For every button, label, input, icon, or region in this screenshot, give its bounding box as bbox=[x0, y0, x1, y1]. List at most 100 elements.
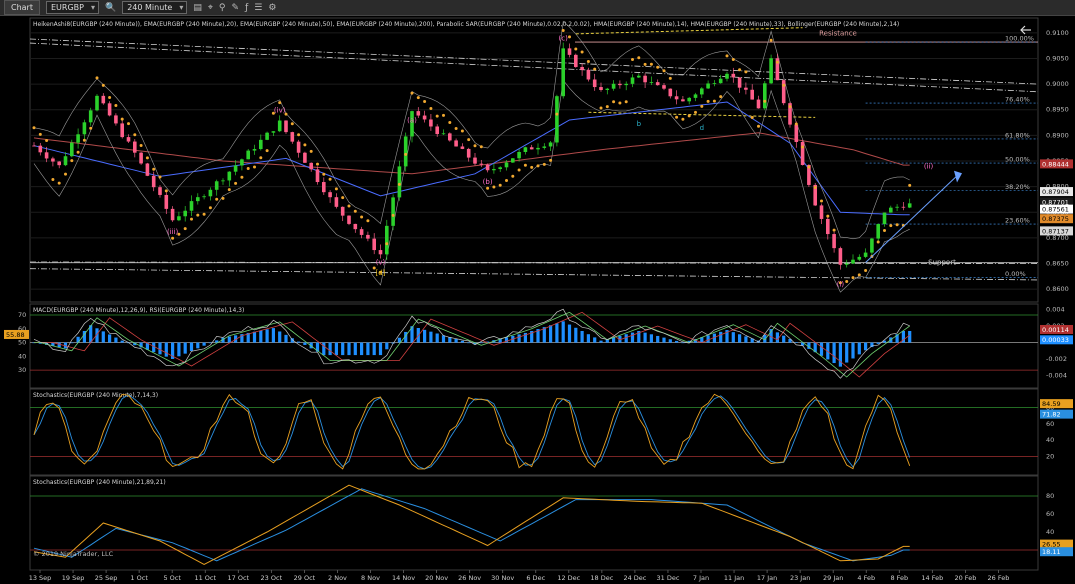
sar-dot bbox=[662, 69, 666, 73]
sar-dot bbox=[297, 133, 301, 137]
macd-histogram-bar bbox=[567, 324, 572, 343]
panel-macd-rsi[interactable]: MACD(EURGBP (240 Minute),12,26,9), RSI(E… bbox=[4, 303, 1073, 389]
candle bbox=[643, 75, 647, 83]
stoch-slow-panel-title: Stochastics(EURGBP (240 Minute),21,89,21… bbox=[33, 479, 166, 486]
macd-histogram-bar bbox=[429, 331, 433, 343]
sar-dot bbox=[561, 28, 565, 32]
instrument-selector[interactable]: EURGBP bbox=[45, 1, 99, 14]
candle bbox=[422, 115, 427, 120]
macd-value-text: 0.00033 bbox=[1042, 336, 1069, 344]
panel-stoch-fast[interactable]: Stochastics(EURGBP (240 Minute),7,14,3) … bbox=[29, 388, 1073, 476]
crosshair-icon[interactable]: ⌖ bbox=[208, 3, 213, 13]
sar-dot bbox=[347, 204, 351, 208]
candle bbox=[863, 252, 868, 257]
time-axis[interactable]: 13 Sep 19 Sep 25 Sep 1 Oct 5 Oct 11 Oct 17 Oct… bbox=[29, 570, 1010, 582]
indicators-icon[interactable]: ƒ bbox=[245, 3, 248, 13]
time-tick-label: 11 Jan bbox=[724, 574, 744, 582]
macd-histogram-bar bbox=[372, 342, 376, 356]
candle bbox=[290, 132, 295, 142]
candle bbox=[479, 163, 484, 165]
candle bbox=[794, 124, 799, 142]
macd-histogram-bar bbox=[467, 342, 471, 344]
time-tick-label: 14 Feb bbox=[921, 574, 943, 582]
sar-dot bbox=[706, 99, 710, 103]
sar-dot bbox=[757, 124, 760, 128]
properties-icon[interactable]: ⚙ bbox=[268, 3, 276, 13]
macd-histogram-bar bbox=[297, 341, 301, 343]
macd-histogram-bar bbox=[561, 321, 565, 343]
macd-histogram-bar bbox=[278, 331, 282, 343]
chart-tab[interactable]: Chart bbox=[4, 0, 40, 15]
chart-canvas[interactable]: HeikenAshi8(EURGBP (240 Minute)), EMA(EU… bbox=[0, 16, 1075, 584]
macd-histogram-bar bbox=[227, 336, 231, 343]
candle bbox=[567, 48, 572, 55]
candle bbox=[448, 133, 452, 141]
candle bbox=[882, 212, 887, 225]
sar-dot bbox=[145, 156, 149, 160]
wave-label: d bbox=[700, 124, 704, 132]
candle bbox=[315, 169, 320, 183]
strategies-icon[interactable]: ☰ bbox=[254, 3, 262, 13]
sar-dot bbox=[555, 112, 559, 116]
candle bbox=[744, 87, 748, 90]
drawing-tools-icon[interactable]: ✎ bbox=[232, 3, 240, 13]
candle bbox=[158, 187, 162, 195]
panel-price[interactable]: HeikenAshi8(EURGBP (240 Minute)), EMA(EU… bbox=[29, 17, 1073, 303]
sar-dot bbox=[687, 114, 691, 118]
panel-stoch-slow[interactable]: Stochastics(EURGBP (240 Minute),21,89,21… bbox=[29, 475, 1073, 571]
macd-histogram-bar bbox=[819, 342, 824, 356]
sar-dot bbox=[568, 35, 571, 39]
wave-label: (i) bbox=[837, 281, 845, 289]
sar-dot bbox=[76, 150, 80, 154]
fib-level-label: 23.60% bbox=[1005, 217, 1030, 225]
time-tick-label: 8 Nov bbox=[361, 574, 380, 582]
search-icon[interactable]: 🔍 bbox=[105, 3, 116, 13]
sar-dot bbox=[460, 129, 464, 133]
time-tick-label: 18 Dec bbox=[590, 574, 613, 582]
time-tick-label: 12 Dec bbox=[557, 574, 580, 582]
stoch-slow-tick-label: 80 bbox=[1046, 492, 1054, 500]
bar-type-icon[interactable]: ▤ bbox=[193, 3, 202, 13]
wave-label: (ii) bbox=[924, 163, 934, 171]
macd-histogram-bar bbox=[271, 328, 275, 343]
fib-level-label: 50.00% bbox=[1005, 156, 1030, 164]
price-tick-label: 0.9100 bbox=[1046, 29, 1069, 37]
stoch-fast-tick-label: 20 bbox=[1046, 453, 1054, 461]
sar-dot bbox=[259, 156, 263, 160]
sar-dot bbox=[316, 162, 319, 166]
price-label-text: 0.87561 bbox=[1042, 206, 1069, 214]
price-tick-label: 0.8950 bbox=[1046, 106, 1069, 114]
sar-dot bbox=[196, 213, 200, 217]
candle bbox=[800, 141, 805, 165]
zoom-icon[interactable]: ⚲ bbox=[219, 3, 226, 13]
macd-histogram-bar bbox=[649, 334, 653, 343]
price-tick-label: 0.8900 bbox=[1046, 131, 1069, 139]
macd-value-text: 0.00114 bbox=[1042, 326, 1069, 334]
candle bbox=[403, 136, 408, 167]
candle bbox=[139, 152, 143, 164]
candle bbox=[454, 140, 458, 147]
candle bbox=[731, 73, 736, 78]
sar-dot bbox=[246, 167, 250, 171]
time-tick-label: 23 Oct bbox=[261, 574, 283, 582]
sar-dot bbox=[889, 224, 893, 228]
wave-label: [d] bbox=[376, 269, 386, 277]
macd-histogram-bar bbox=[196, 342, 200, 349]
sar-dot bbox=[864, 269, 868, 273]
candle bbox=[498, 167, 502, 170]
sar-dot bbox=[505, 178, 508, 182]
sar-dot bbox=[360, 215, 364, 219]
sar-dot bbox=[826, 214, 830, 218]
interval-selector[interactable]: 240 Minute bbox=[122, 1, 188, 14]
time-tick-label: 19 Sep bbox=[62, 574, 85, 582]
sar-dot bbox=[158, 175, 162, 179]
candle bbox=[353, 223, 358, 230]
time-tick-label: 14 Nov bbox=[392, 574, 415, 582]
candle bbox=[706, 83, 710, 89]
macd-histogram-bar bbox=[599, 340, 603, 343]
sar-dot bbox=[454, 127, 458, 131]
macd-histogram-bar bbox=[108, 334, 112, 343]
sar-dot bbox=[599, 106, 603, 110]
sar-dot bbox=[328, 177, 332, 181]
sar-dot bbox=[45, 139, 49, 143]
